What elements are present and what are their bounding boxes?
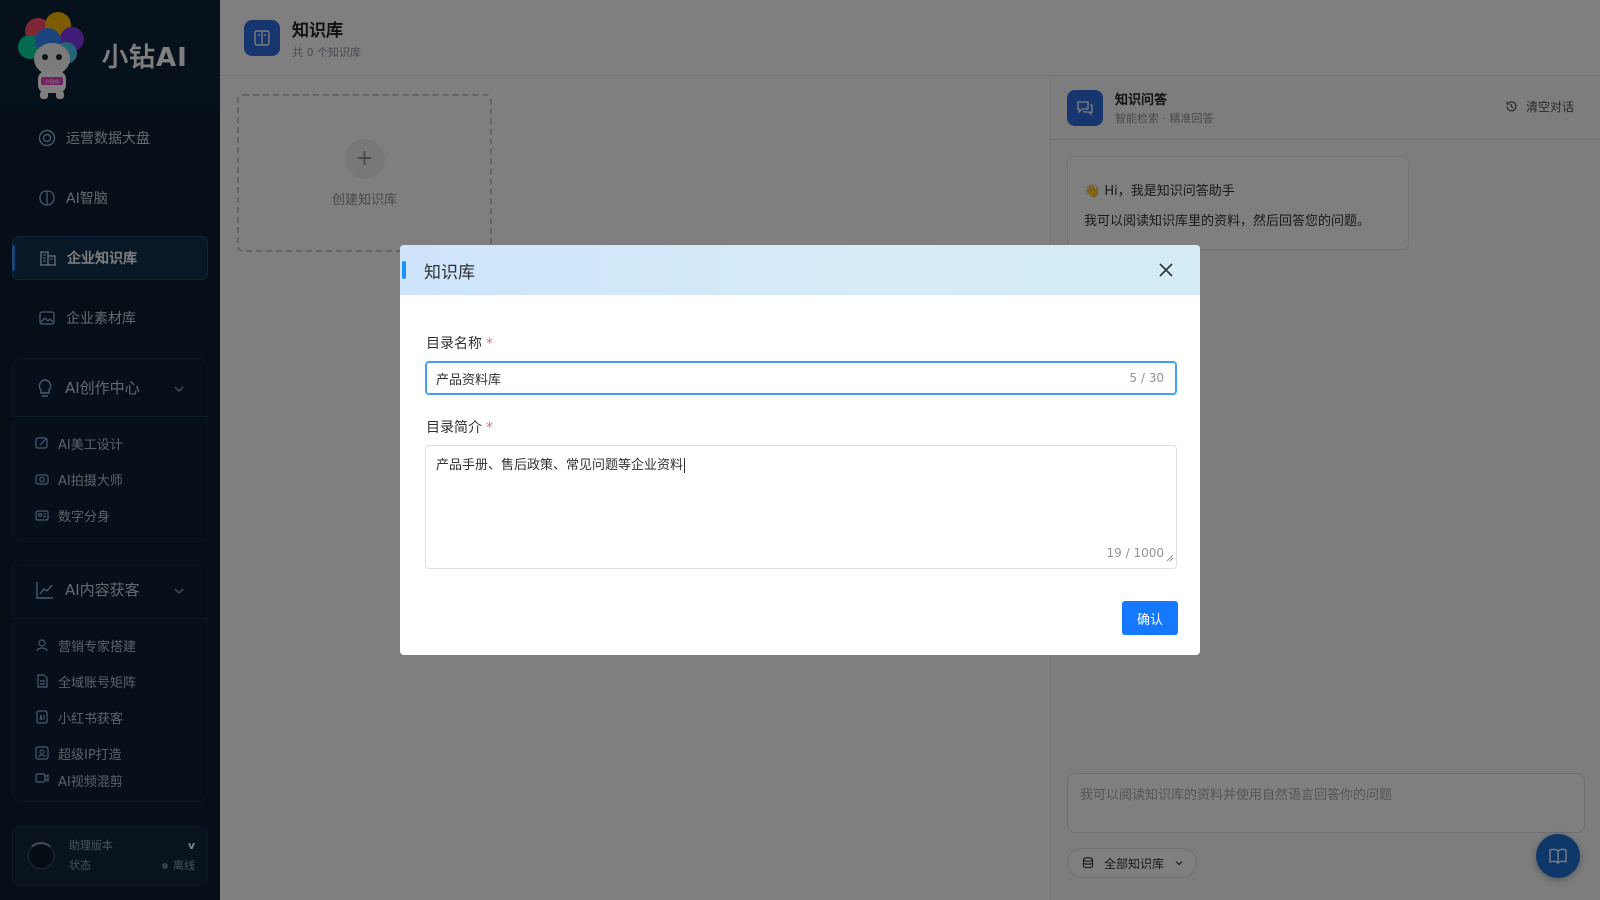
name-field-label: 目录名称 *: [426, 333, 493, 353]
required-mark: *: [486, 336, 493, 352]
close-button[interactable]: [1156, 260, 1176, 280]
confirm-button[interactable]: 确认: [1122, 601, 1178, 635]
directory-description-value: 产品手册、售后政策、常见问题等企业资料: [436, 458, 684, 473]
directory-name-input[interactable]: 产品资料库 5 / 30: [425, 361, 1177, 395]
resize-handle-icon[interactable]: [1166, 551, 1174, 566]
directory-name-value: 产品资料库: [436, 372, 502, 388]
directory-description-textarea[interactable]: 产品手册、售后政策、常见问题等企业资料 19 / 1000: [425, 445, 1177, 569]
dialog-title: 知识库: [424, 262, 475, 283]
desc-field-label: 目录简介 *: [426, 417, 493, 437]
required-mark: *: [486, 420, 493, 436]
desc-char-count: 19 / 1000: [1106, 546, 1164, 560]
desc-label-text: 目录简介: [426, 420, 482, 436]
close-icon: [1159, 263, 1173, 277]
knowledge-base-dialog: 知识库 目录名称 * 产品资料库 5 / 30 目录简介 * 产品手册、售后政策、常…: [400, 245, 1200, 655]
dialog-header: 知识库: [400, 245, 1200, 295]
name-char-count: 5 / 30: [1129, 371, 1164, 385]
name-label-text: 目录名称: [426, 336, 482, 352]
text-caret: [684, 458, 686, 473]
